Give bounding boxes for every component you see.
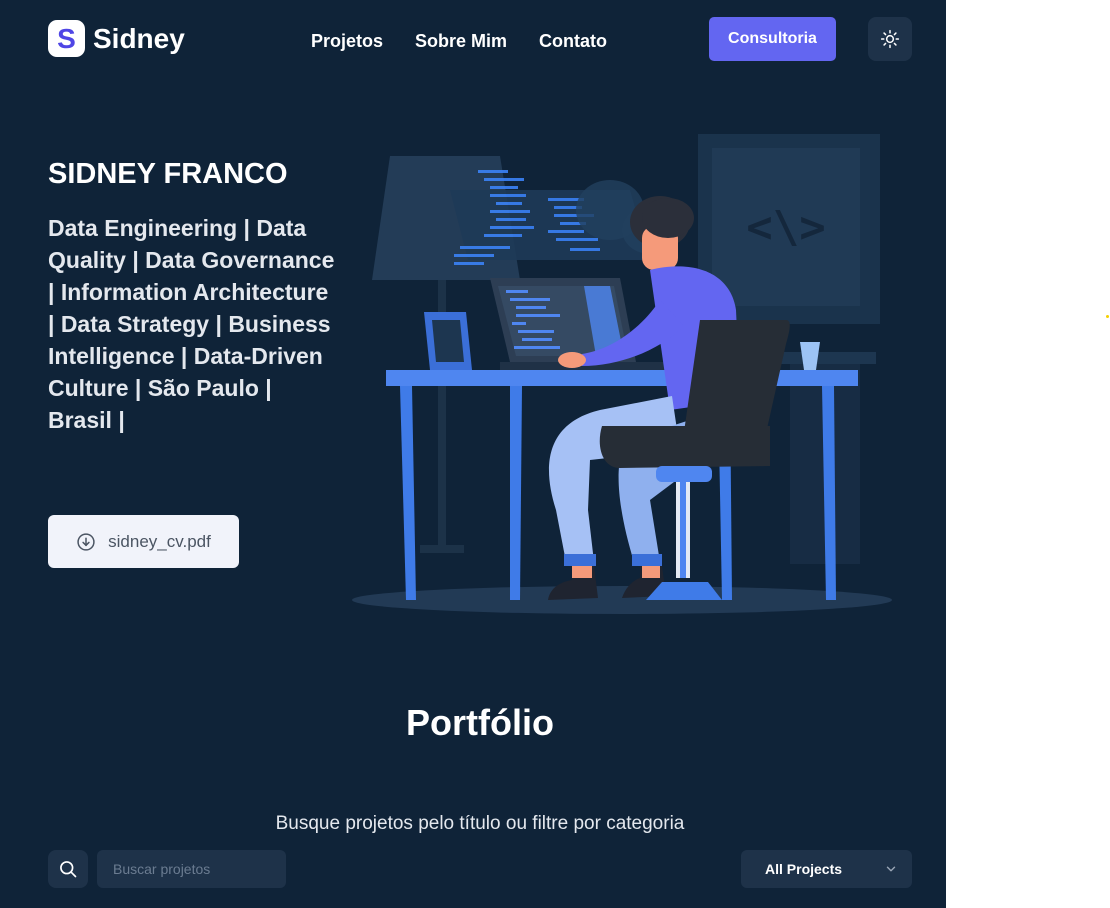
download-cv-button[interactable]: sidney_cv.pdf xyxy=(48,515,239,568)
nav-link-projetos[interactable]: Projetos xyxy=(311,31,383,52)
category-select[interactable]: All Projects xyxy=(741,850,912,888)
photo-frame xyxy=(424,312,472,370)
yellow-dot xyxy=(1106,315,1109,318)
nav-link-contato[interactable]: Contato xyxy=(539,31,607,52)
search-icon xyxy=(60,861,77,878)
portfolio-subtitle: Busque projetos pelo título ou filtre po… xyxy=(275,813,685,834)
hero-description: Data Engineering | Data Quality | Data G… xyxy=(48,215,335,433)
hero-name: SIDNEY FRANCO xyxy=(48,158,288,190)
search-input[interactable] xyxy=(97,850,286,888)
category-select-value: All Projects xyxy=(765,861,843,877)
download-circle-icon xyxy=(77,532,95,551)
svg-text:<\>: <\> xyxy=(746,202,825,253)
floor-shadow xyxy=(352,586,892,614)
cv-label: sidney_cv.pdf xyxy=(108,531,211,551)
back-shelf xyxy=(770,352,876,364)
consultoria-button[interactable]: Consultoria xyxy=(709,17,836,61)
page: S Sidney Projetos Sobre Mim Contato Cons… xyxy=(0,0,946,908)
nav-link-sobre-mim[interactable]: Sobre Mim xyxy=(415,31,507,52)
right-blank-area xyxy=(946,0,1110,908)
developer-illustration: <\> xyxy=(352,134,892,614)
search-button[interactable] xyxy=(48,850,88,888)
portfolio-title: Portfólio xyxy=(406,702,554,743)
sun-icon xyxy=(880,29,900,49)
logo-text: Sidney xyxy=(93,22,185,54)
main-nav: Projetos Sobre Mim Contato xyxy=(311,31,639,52)
logo-letter: S xyxy=(57,22,76,54)
logo-mark: S xyxy=(48,20,85,57)
theme-toggle-button[interactable] xyxy=(868,17,912,61)
chevron-down-icon xyxy=(886,866,896,872)
logo[interactable]: S Sidney xyxy=(48,20,185,57)
